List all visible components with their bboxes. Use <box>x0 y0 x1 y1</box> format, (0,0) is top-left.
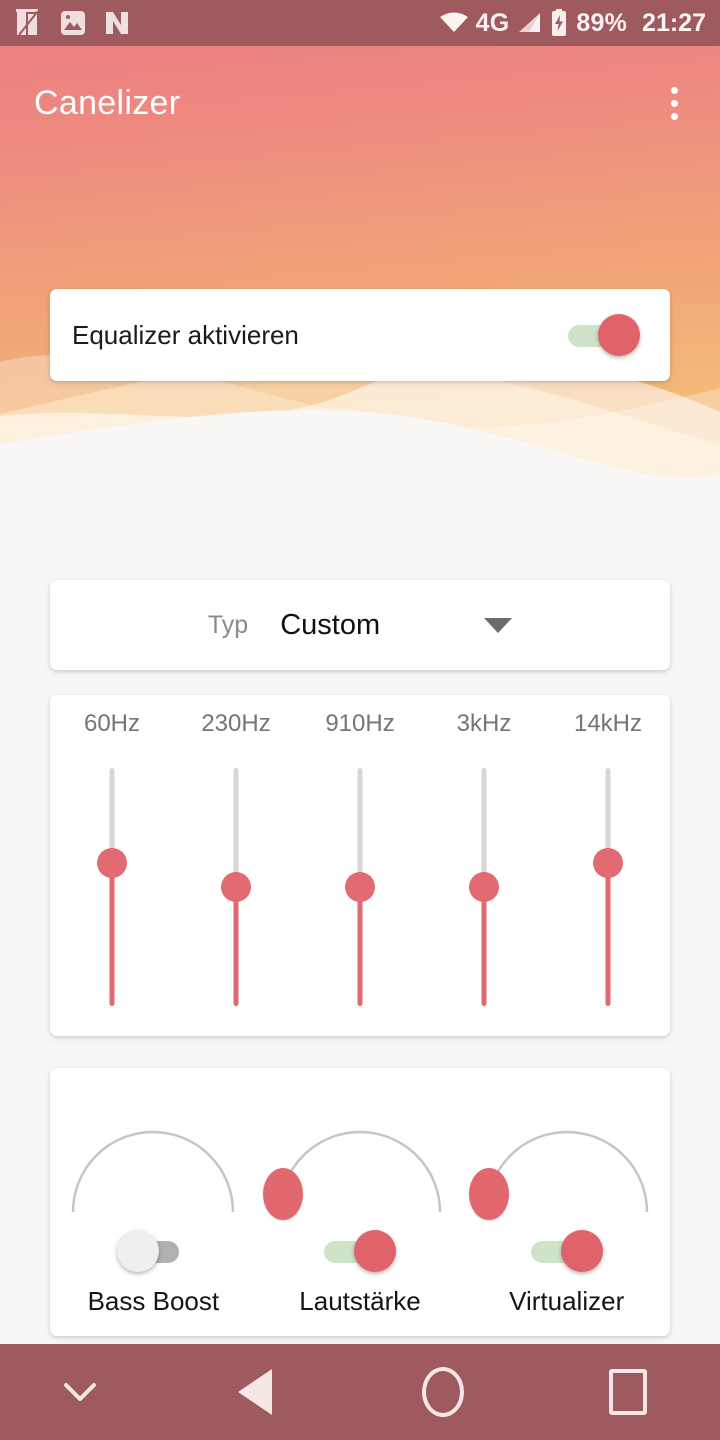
equalizer-band-labels: 60Hz 230Hz 910Hz 3kHz 14kHz <box>50 695 670 753</box>
effect-virtualizer: Virtualizer <box>463 1068 670 1336</box>
effect-bass-boost: Bass Boost <box>50 1068 257 1336</box>
header-banner: Canelizer <box>0 46 720 512</box>
virtualizer-label: Virtualizer <box>509 1286 625 1316</box>
band-slider-3khz[interactable] <box>422 753 546 1036</box>
equalizer-bands-card: 60Hz 230Hz 910Hz 3kHz 14kHz <box>50 695 670 1036</box>
slider-fill <box>109 863 115 1006</box>
status-bar-system-icons: 4G 89% 21:27 <box>439 9 706 37</box>
switch-thumb <box>560 1230 603 1272</box>
equalizer-enable-switch[interactable] <box>568 314 640 356</box>
chevron-down-icon <box>64 1383 96 1401</box>
slider-thumb[interactable] <box>593 848 623 879</box>
slider-thumb[interactable] <box>221 872 251 902</box>
preset-type-label: Typ <box>207 610 249 639</box>
home-button[interactable] <box>350 1344 535 1440</box>
gallery-app-icon <box>61 11 85 35</box>
band-label-3khz: 3kHz <box>456 710 512 737</box>
bass-boost-label: Bass Boost <box>87 1286 220 1316</box>
lautstaerke-dial-knob[interactable] <box>262 1168 303 1220</box>
switch-thumb <box>354 1230 396 1272</box>
band-slider-14khz[interactable] <box>546 753 670 1036</box>
wifi-icon <box>439 12 468 32</box>
recents-square-icon <box>608 1369 647 1415</box>
status-bar-app-icons <box>16 9 130 37</box>
slider-thumb[interactable] <box>345 872 375 902</box>
band-slider-230hz[interactable] <box>174 753 298 1036</box>
battery-charging-icon <box>552 9 567 36</box>
system-navigation-bar <box>0 1344 720 1440</box>
battery-percent-label: 89% <box>576 8 628 37</box>
app-title: Canelizer <box>34 83 181 122</box>
band-slider-60hz[interactable] <box>50 753 174 1036</box>
lautstaerke-switch[interactable] <box>324 1230 396 1272</box>
overflow-menu-icon[interactable] <box>654 77 694 129</box>
slider-fill <box>233 887 239 1006</box>
equalizer-enable-card: Equalizer aktivieren <box>50 289 670 381</box>
home-circle-icon <box>421 1367 464 1417</box>
cellular-signal-icon <box>519 13 541 32</box>
effect-lautstaerke: Lautstärke <box>257 1068 464 1336</box>
equalizer-enable-label: Equalizer aktivieren <box>72 319 299 350</box>
equalizer-sliders <box>50 753 670 1036</box>
lautstaerke-label: Lautstärke <box>299 1286 421 1316</box>
band-label-14khz: 14kHz <box>573 710 643 737</box>
hide-keyboard-button[interactable] <box>0 1344 160 1440</box>
band-label-910hz: 910Hz <box>325 710 395 737</box>
recents-button[interactable] <box>535 1344 720 1440</box>
slider-fill <box>605 863 611 1006</box>
back-triangle-icon <box>238 1369 272 1415</box>
slider-thumb[interactable] <box>469 872 499 902</box>
chevron-down-icon[interactable] <box>484 617 513 633</box>
arc-dial-icon[interactable] <box>67 1116 239 1216</box>
app-bar: Canelizer <box>0 46 720 160</box>
band-label-230hz: 230Hz <box>201 710 271 737</box>
band-slider-910hz[interactable] <box>298 753 422 1036</box>
slider-fill <box>357 887 363 1006</box>
preset-type-card[interactable]: Typ Custom <box>50 580 670 670</box>
archive-app-icon <box>16 9 39 36</box>
status-bar: 4G 89% 21:27 <box>0 0 720 46</box>
network-type-label: 4G <box>475 8 510 37</box>
preset-type-value: Custom <box>280 608 381 641</box>
slider-fill <box>481 887 487 1006</box>
switch-thumb <box>117 1230 160 1272</box>
clock-label: 21:27 <box>642 8 706 37</box>
slider-thumb[interactable] <box>97 848 127 879</box>
virtualizer-switch[interactable] <box>530 1230 603 1272</box>
band-label-60hz: 60Hz <box>83 710 141 737</box>
back-button[interactable] <box>160 1344 350 1440</box>
nova-app-icon <box>106 12 128 34</box>
bass-boost-switch[interactable] <box>117 1230 189 1272</box>
switch-thumb <box>598 314 640 356</box>
audio-effects-card: Bass Boost Lautstärke Virtualizer <box>50 1068 670 1336</box>
effects-row: Bass Boost Lautstärke Virtualizer <box>50 1068 670 1336</box>
